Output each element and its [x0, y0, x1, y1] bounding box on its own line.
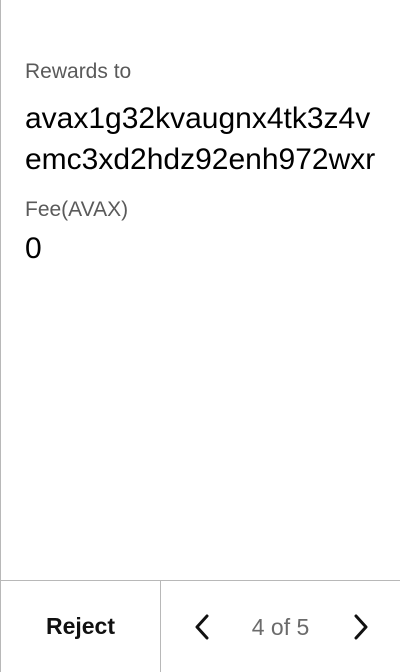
pagination: 4 of 5: [161, 581, 400, 672]
rewards-address: avax1g32kvaugnx4tk3z4vemc3xd2hdz92enh972…: [25, 102, 376, 176]
fee-value: 0: [25, 232, 42, 265]
next-page-button[interactable]: [344, 610, 378, 644]
transaction-details: Rewards to avax1g32kvaugnx4tk3z4vemc3xd2…: [25, 58, 382, 269]
transaction-review-screen: Rewards to avax1g32kvaugnx4tk3z4vemc3xd2…: [0, 0, 400, 672]
rewards-label: Rewards to: [25, 60, 132, 83]
fee-label: Fee(AVAX): [25, 198, 129, 221]
footer-bar: Reject 4 of 5: [1, 580, 400, 672]
chevron-right-icon: [354, 614, 368, 640]
reject-button[interactable]: Reject: [1, 581, 161, 672]
